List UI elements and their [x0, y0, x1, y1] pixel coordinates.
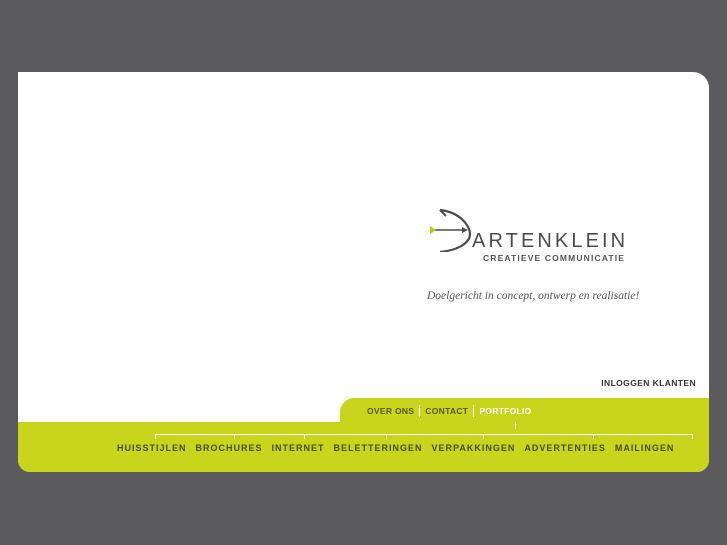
category-internet[interactable]: INTERNET	[272, 443, 325, 453]
category-nav: HUISSTIJLEN BROCHURES INTERNET BELETTERI…	[117, 443, 683, 453]
main-card: ARTENKLEIN CREATIEVE COMMUNICATIE Doelge…	[18, 72, 709, 472]
category-tick	[483, 434, 484, 439]
category-mailingen[interactable]: MAILINGEN	[615, 443, 675, 453]
category-tick	[386, 434, 387, 439]
category-band: HUISSTIJLEN BROCHURES INTERNET BELETTERI…	[18, 422, 709, 472]
category-huisstijlen[interactable]: HUISSTIJLEN	[117, 443, 187, 453]
category-advertenties[interactable]: ADVERTENTIES	[524, 443, 606, 453]
category-tick	[304, 434, 305, 439]
category-tick	[155, 434, 156, 439]
nav-over-ons[interactable]: OVER ONS	[362, 405, 419, 417]
category-tick	[692, 434, 693, 439]
bow-arrow-icon	[430, 208, 472, 252]
category-tick	[593, 434, 594, 439]
category-beletteringen[interactable]: BELETTERINGEN	[334, 443, 423, 453]
brand-subtitle: CREATIEVE COMMUNICATIE	[483, 253, 626, 263]
login-clients-link[interactable]: INLOGGEN KLANTEN	[601, 378, 696, 388]
top-nav: OVER ONS CONTACT PORTFOLIO	[362, 405, 537, 417]
category-brochures[interactable]: BROCHURES	[196, 443, 263, 453]
category-verpakkingen[interactable]: VERPAKKINGEN	[432, 443, 516, 453]
nav-contact[interactable]: CONTACT	[420, 405, 473, 417]
category-tick	[234, 434, 235, 439]
tagline: Doelgericht in concept, ontwerp en reali…	[427, 290, 640, 302]
portfolio-connector	[515, 422, 516, 429]
brand-wordmark: ARTENKLEIN	[472, 230, 629, 252]
nav-portfolio[interactable]: PORTFOLIO	[474, 405, 536, 417]
brand-logo[interactable]: ARTENKLEIN CREATIEVE COMMUNICATIE	[426, 208, 658, 268]
category-rule	[155, 434, 693, 435]
